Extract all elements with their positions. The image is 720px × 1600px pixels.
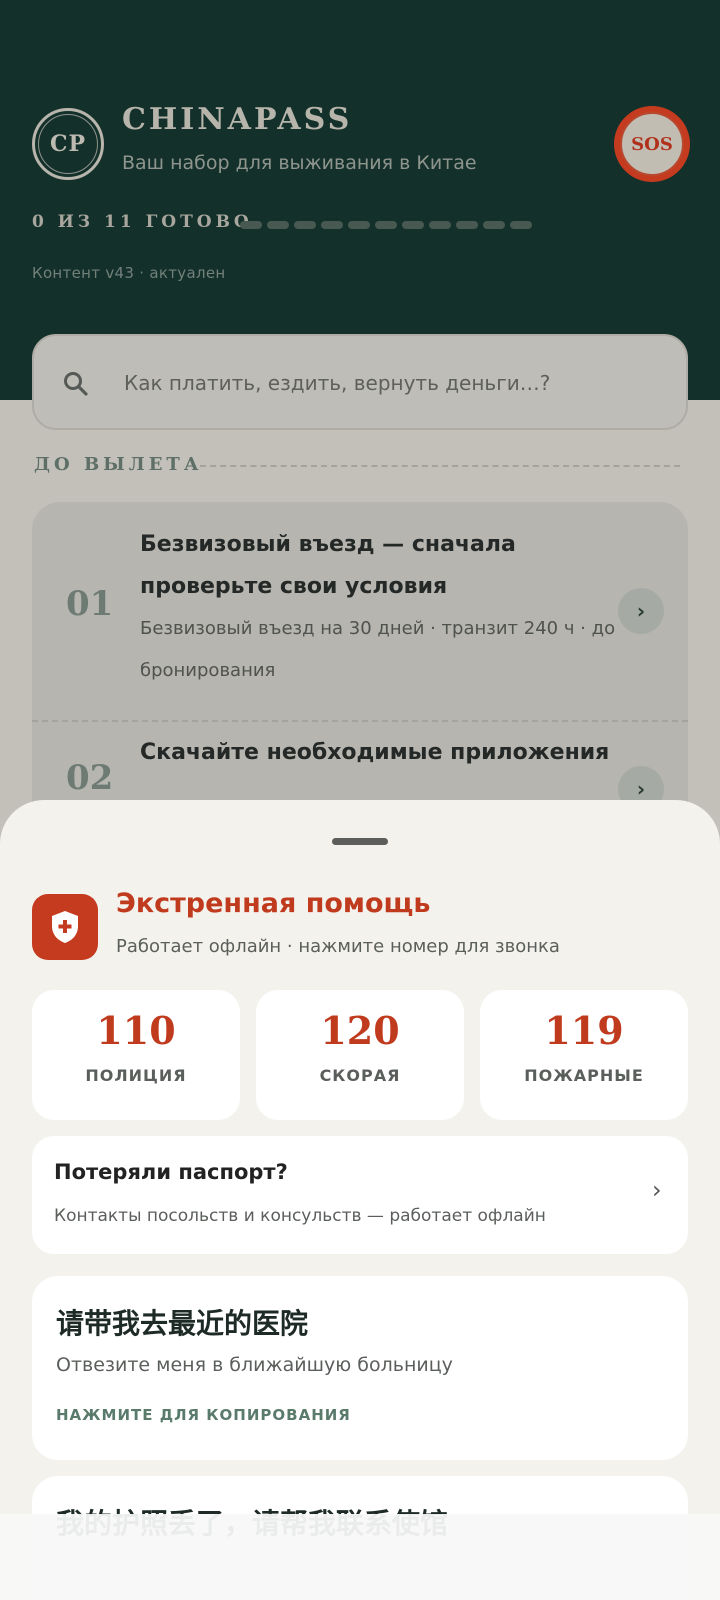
progress-segment	[348, 221, 370, 229]
phone-number: 119	[544, 1008, 624, 1053]
phone-number: 110	[96, 1008, 176, 1053]
search-icon	[64, 372, 88, 396]
phone-label: ПОЖАРНЫЕ	[524, 1066, 644, 1085]
progress-segment	[402, 221, 424, 229]
section-title: ДО ВЫЛЕТА	[34, 454, 203, 475]
shield-plus-icon	[32, 894, 98, 960]
sos-label: SOS	[631, 133, 673, 155]
progress-segment	[510, 221, 532, 229]
step-number: 01	[66, 584, 114, 624]
emergency-number-police[interactable]: 110 ПОЛИЦИЯ	[32, 990, 240, 1120]
progress-segment	[483, 221, 505, 229]
progress-segment	[267, 221, 289, 229]
lost-passport-card[interactable]: Потеряли паспорт? Контакты посольств и к…	[32, 1136, 688, 1254]
logo-text: CP	[49, 131, 87, 157]
sheet-drag-handle[interactable]	[332, 838, 388, 845]
copy-hint[interactable]: НАЖМИТЕ ДЛЯ КОПИРОВАНИЯ	[56, 1406, 351, 1424]
emergency-title: Экстренная помощь	[116, 888, 431, 919]
checklist-item-01[interactable]: 01 Безвизовый въезд — сначала проверьте …	[32, 502, 688, 720]
progress-label: 0 ИЗ 11 ГОТОВО	[32, 212, 253, 232]
sos-button[interactable]: SOS	[614, 106, 690, 182]
lost-passport-subtitle: Контакты посольств и консульств — работа…	[54, 1206, 546, 1226]
emergency-number-fire[interactable]: 119 ПОЖАРНЫЕ	[480, 990, 688, 1120]
search-bar[interactable]	[32, 334, 688, 430]
progress-segment	[375, 221, 397, 229]
step-number: 02	[66, 758, 114, 798]
step-description: Безвизовый въезд на 30 дней · транзит 24…	[140, 618, 616, 681]
progress-segment	[456, 221, 478, 229]
progress-bar	[240, 221, 532, 229]
emergency-number-ambulance[interactable]: 120 СКОРАЯ	[256, 990, 464, 1120]
phrase-chinese: 请带我去最近的医院	[56, 1307, 309, 1340]
emergency-sheet: Экстренная помощь Работает офлайн · нажм…	[0, 800, 720, 1600]
phone-label: ПОЛИЦИЯ	[85, 1066, 187, 1085]
sos-badge: SOS	[620, 112, 684, 176]
progress-segment	[321, 221, 343, 229]
chevron-right-icon[interactable]: ›	[618, 588, 664, 634]
phone-number: 120	[320, 1008, 400, 1053]
progress-segment	[240, 221, 262, 229]
content-version: Контент v43 · актуален	[32, 264, 226, 282]
search-input[interactable]	[124, 356, 664, 410]
chevron-right-icon: ›	[652, 1176, 662, 1204]
navigation-bar-area	[0, 1514, 720, 1600]
app-logo: CP	[32, 108, 104, 180]
phone-label: СКОРАЯ	[319, 1066, 401, 1085]
step-title: Скачайте необходимые приложения	[140, 740, 610, 765]
progress-segment	[294, 221, 316, 229]
app-subtitle: Ваш набор для выживания в Китае	[122, 152, 477, 174]
progress-segment	[429, 221, 451, 229]
section-divider	[200, 465, 680, 467]
phrase-card[interactable]: 请带我去最近的医院 Отвезите меня в ближайшую боль…	[32, 1276, 688, 1460]
app-title: CHINAPASS	[122, 102, 353, 137]
lost-passport-title: Потеряли паспорт?	[54, 1160, 288, 1184]
phrase-translation: Отвезите меня в ближайшую больницу	[56, 1354, 453, 1376]
emergency-subtitle: Работает офлайн · нажмите номер для звон…	[116, 936, 560, 957]
step-title: Безвизовый въезд — сначала проверьте сво…	[140, 532, 516, 599]
